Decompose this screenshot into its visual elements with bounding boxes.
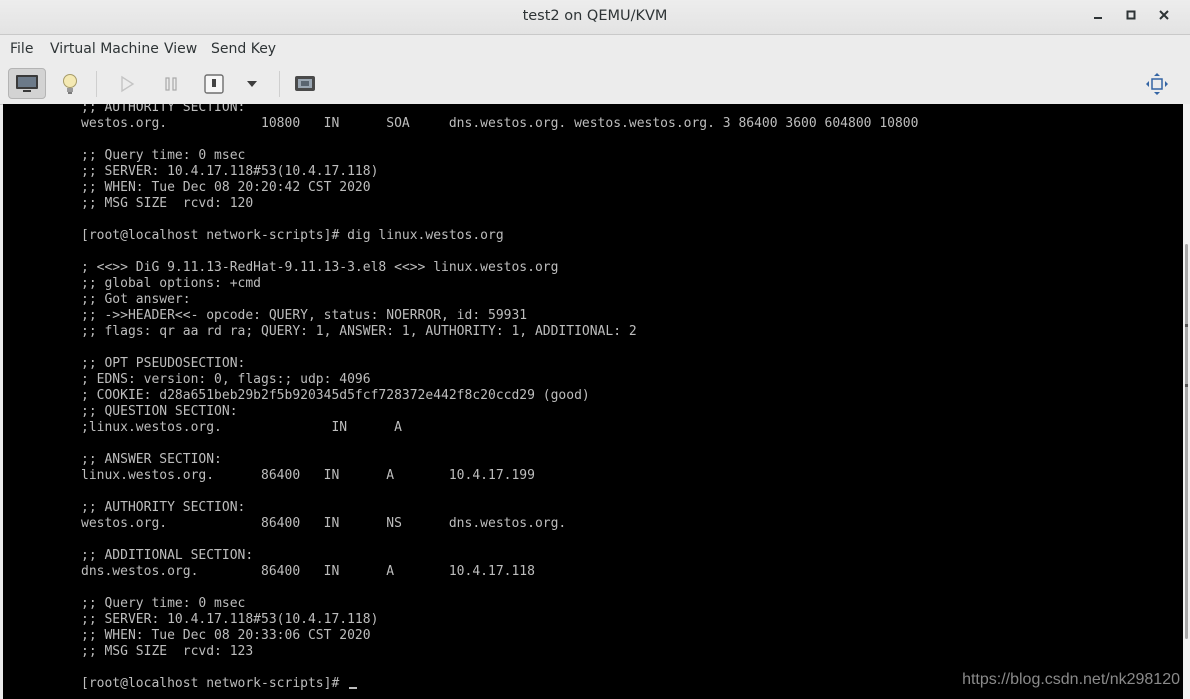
- terminal-line: ;; SERVER: 10.4.17.118#53(10.4.17.118): [81, 164, 379, 179]
- terminal-line: ;; AUTHORITY SECTION:: [81, 104, 246, 115]
- menu-virtual-machine[interactable]: Virtual Machine: [50, 35, 159, 64]
- window-title: test2 on QEMU/KVM: [522, 8, 668, 24]
- shutdown-menu-button[interactable]: [233, 68, 271, 99]
- toolbar-separator: [96, 71, 97, 97]
- terminal-line: ;; OPT PSEUDOSECTION:: [81, 356, 246, 371]
- dropdown-arrow-icon: [247, 80, 257, 87]
- title-bar: test2 on QEMU/KVM: [0, 0, 1190, 35]
- terminal-line: linux.westos.org. 86400 IN A 10.4.17.199: [81, 468, 535, 483]
- menu-file[interactable]: File: [10, 35, 33, 64]
- terminal-line: westos.org. 10800 IN SOA dns.westos.org.…: [81, 116, 919, 131]
- details-view-button[interactable]: [51, 68, 89, 99]
- screenshot-icon: [295, 75, 315, 91]
- scrollbar-thumb[interactable]: [1185, 244, 1188, 639]
- terminal-line: ;; MSG SIZE rcvd: 123: [81, 644, 254, 659]
- fullscreen-button[interactable]: [1138, 68, 1176, 99]
- minimize-icon: [1094, 17, 1102, 19]
- terminal-line: ;; ANSWER SECTION:: [81, 452, 222, 467]
- menu-bar: File Virtual Machine View Send Key: [0, 35, 1190, 64]
- terminal-line: ; COOKIE: d28a651beb29b2f5b920345d5fcf72…: [81, 388, 590, 403]
- vm-display[interactable]: ;; AUTHORITY SECTION: westos.org. 10800 …: [3, 104, 1183, 699]
- play-icon: [121, 75, 135, 92]
- run-button[interactable]: [108, 68, 146, 99]
- terminal-line: ;; MSG SIZE rcvd: 120: [81, 196, 254, 211]
- terminal-line: ;; flags: qr aa rd ra; QUERY: 1, ANSWER:…: [81, 324, 637, 339]
- terminal-line: [root@localhost network-scripts]#: [81, 676, 348, 691]
- terminal-line: ;linux.westos.org. IN A: [81, 420, 402, 435]
- terminal-line: ;; Query time: 0 msec: [81, 148, 246, 163]
- close-button[interactable]: [1153, 6, 1175, 28]
- scrollbar-marker: [1185, 324, 1188, 327]
- toolbar: [0, 64, 1190, 105]
- terminal-line: [root@localhost network-scripts]# dig li…: [81, 228, 504, 243]
- pause-button[interactable]: [152, 68, 190, 99]
- shutdown-button[interactable]: [195, 68, 233, 99]
- terminal-line: ;; ADDITIONAL SECTION:: [81, 548, 254, 563]
- terminal-line: ; EDNS: version: 0, flags:; udp: 4096: [81, 372, 371, 387]
- terminal-line: westos.org. 86400 IN NS dns.westos.org.: [81, 516, 567, 531]
- menu-send-key[interactable]: Send Key: [211, 35, 276, 64]
- terminal-line: dns.westos.org. 86400 IN A 10.4.17.118: [81, 564, 535, 579]
- toolbar-separator: [279, 71, 280, 97]
- scrollbar[interactable]: [1183, 104, 1190, 699]
- terminal-cursor: [349, 687, 358, 689]
- terminal-line: ;; WHEN: Tue Dec 08 20:20:42 CST 2020: [81, 180, 371, 195]
- terminal-line: ;; SERVER: 10.4.17.118#53(10.4.17.118): [81, 612, 379, 627]
- terminal-line: ;; WHEN: Tue Dec 08 20:33:06 CST 2020: [81, 628, 371, 643]
- menu-view[interactable]: View: [164, 35, 197, 64]
- power-icon: [204, 73, 224, 94]
- terminal-line: ;; AUTHORITY SECTION:: [81, 500, 246, 515]
- terminal-line: ;; ->>HEADER<<- opcode: QUERY, status: N…: [81, 308, 528, 323]
- terminal-line: ;; Got answer:: [81, 292, 191, 307]
- terminal-line: ;; global options: +cmd: [81, 276, 262, 291]
- console-view-button[interactable]: [8, 68, 46, 99]
- watermark: https://blog.csdn.net/nk298120: [962, 671, 1180, 688]
- maximize-button[interactable]: [1120, 6, 1142, 28]
- snapshot-button[interactable]: [286, 68, 324, 99]
- lightbulb-icon: [63, 73, 77, 94]
- monitor-icon: [16, 74, 38, 92]
- minimize-button[interactable]: [1087, 6, 1109, 28]
- pause-icon: [165, 76, 177, 91]
- terminal-line: ;; Query time: 0 msec: [81, 596, 246, 611]
- maximize-icon: [1126, 10, 1136, 20]
- scrollbar-marker: [1185, 384, 1188, 387]
- terminal-output: ;; AUTHORITY SECTION: westos.org. 10800 …: [81, 104, 918, 692]
- close-icon: [1159, 10, 1169, 20]
- terminal-line: ; <<>> DiG 9.11.13-RedHat-9.11.13-3.el8 …: [81, 260, 559, 275]
- fullscreen-icon: [1146, 72, 1168, 95]
- terminal-line: ;; QUESTION SECTION:: [81, 404, 238, 419]
